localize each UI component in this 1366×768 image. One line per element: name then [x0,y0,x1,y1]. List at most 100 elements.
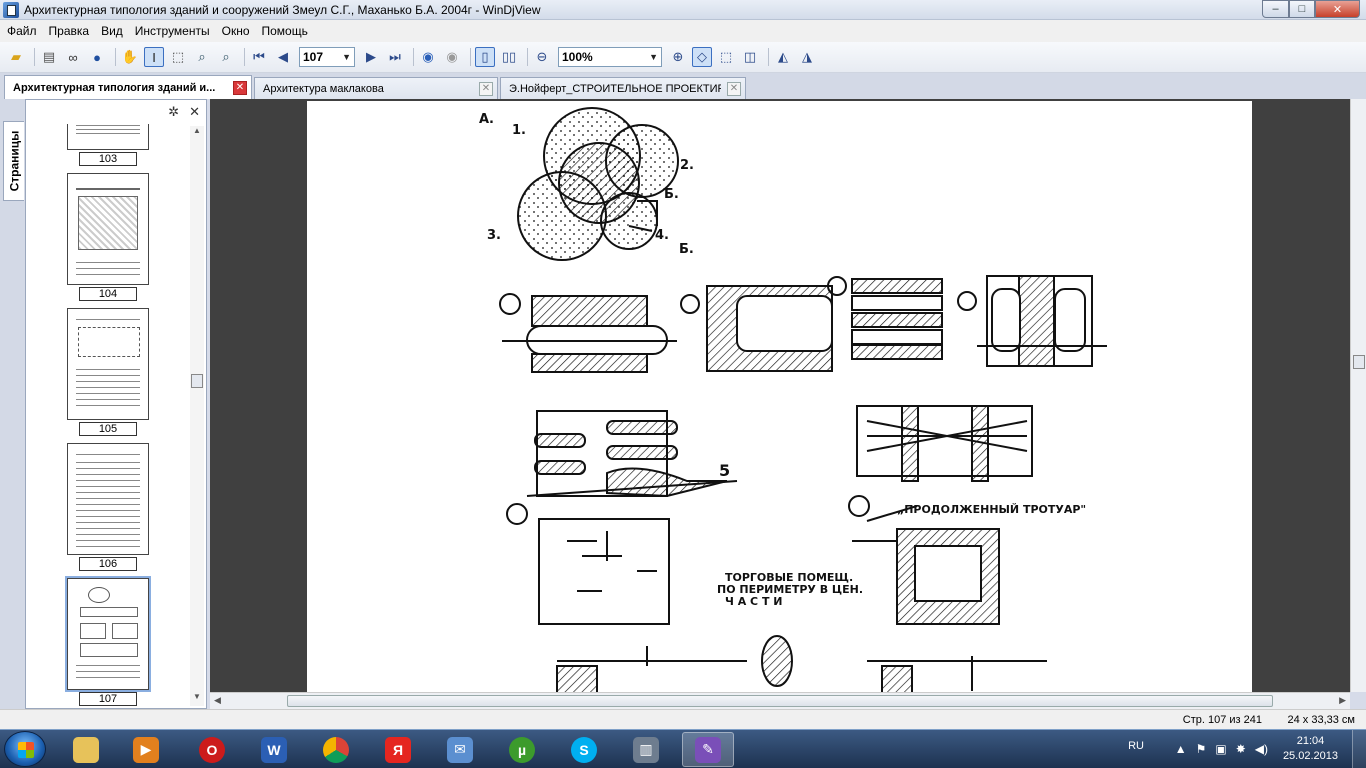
clock[interactable]: 21:04 25.02.2013 [1283,734,1338,764]
gear-icon[interactable]: ✲ [168,104,179,120]
separator [115,48,116,66]
chevron-down-icon: ▼ [342,52,351,62]
minimize-button[interactable]: ‒ [1262,0,1289,18]
scroll-up-icon[interactable]: ▲ [190,126,204,140]
close-icon[interactable]: ✕ [727,81,741,96]
label-1: 1. [512,123,526,138]
scroll-thumb[interactable] [1353,355,1365,369]
document-horizontal-scrollbar[interactable]: ◀ ▶ [210,692,1350,709]
flag-icon[interactable]: ⚑ [1196,742,1207,756]
vertical-tab-strip: Страницы [0,99,25,709]
menu-file[interactable]: Файл [2,24,44,38]
magnifier-icon[interactable]: ⌕ [216,47,236,67]
network-icon[interactable]: ✸ [1236,742,1246,756]
scroll-left-icon[interactable]: ◀ [214,695,221,706]
utorrent-icon: µ [509,736,535,763]
last-page-icon[interactable]: ⏭ [385,47,405,67]
tab-document-3[interactable]: Э.Нойферт_СТРОИТЕЛЬНОЕ ПРОЕКТИРО... ✕ [500,77,746,99]
thumbnail-page[interactable]: 106 [67,443,149,571]
thumbnail-page[interactable]: 103 [67,124,149,166]
two-page-icon[interactable]: ▯▯ [499,47,519,67]
device-icon[interactable]: ▣ [1215,742,1226,756]
menu-bar: Файл Правка Вид Инструменты Окно Помощь [0,20,1366,42]
mail-icon: ✉ [447,736,473,763]
taskbar-explorer[interactable] [60,732,112,767]
hand-tool-icon[interactable]: ✋ [120,47,140,67]
status-bar: Стр. 107 из 241 24 x 33,33 см [0,709,1366,729]
menu-view[interactable]: Вид [96,24,130,38]
rect-select-icon[interactable]: ⬚ [168,47,188,67]
first-page-icon[interactable]: ⏮ [249,47,269,67]
menu-tools[interactable]: Инструменты [130,24,217,38]
zoom-in-icon[interactable]: ⊕ [668,47,688,67]
taskbar-mail[interactable]: ✉ [434,732,486,767]
rotate-right-icon[interactable]: ◮ [797,47,817,67]
scroll-right-icon[interactable]: ▶ [1339,695,1346,706]
taskbar-chrome[interactable] [310,732,362,767]
rotate-left-icon[interactable]: ◭ [773,47,793,67]
language-indicator[interactable]: RU [1128,740,1144,752]
maximize-button[interactable]: □ [1289,0,1315,18]
sketch-drawing: А. 1. 2. 3. 4. Б. Б. 5 „ПРОДОЛЖЕННЫЙ ТРО… [479,107,1107,692]
clock-date: 25.02.2013 [1282,750,1338,762]
show-desktop-button[interactable] [1352,730,1366,768]
thumbnail-page[interactable]: 104 [67,173,149,301]
prev-page-icon[interactable]: ◀ [273,47,293,67]
back-icon[interactable]: ◉ [418,47,438,67]
fit-page-icon[interactable]: ◇ [692,47,712,67]
print-icon[interactable]: ▤ [39,47,59,67]
taskbar-windjview[interactable]: ✎ [682,732,734,767]
taskbar-skype[interactable]: S [558,732,610,767]
chevron-up-icon[interactable]: ▲ [1175,742,1187,756]
open-folder-icon[interactable]: ▰ [6,47,26,67]
menu-window[interactable]: Окно [217,24,257,38]
archive-icon: ▥ [633,736,659,763]
sidebar-scrollbar[interactable]: ▲ ▼ [190,126,204,706]
select-text-icon[interactable]: I [144,47,164,67]
tab-pages[interactable]: Страницы [3,121,24,201]
label-3: 3. [487,228,501,243]
thumbnail-page[interactable]: 105 [67,308,149,436]
document-view[interactable]: А. 1. 2. 3. 4. Б. Б. 5 „ПРОДОЛЖЕННЫЙ ТРО… [210,99,1350,692]
scroll-down-icon[interactable]: ▼ [190,692,204,706]
page-number-select[interactable]: 107 ▼ [299,47,355,67]
binoculars-icon[interactable]: ∞ [63,47,83,67]
zoom-rect-icon[interactable]: ⌕ [192,47,212,67]
menu-edit[interactable]: Правка [44,24,97,38]
tab-document-1[interactable]: Архитектурная типология зданий и... ✕ [4,75,252,99]
taskbar-utorrent[interactable]: µ [496,732,548,767]
chrome-icon [323,736,349,763]
zoom-select[interactable]: 100% ▼ [558,47,662,67]
taskbar-yandex[interactable]: Я [372,732,424,767]
separator [413,48,414,66]
next-page-icon[interactable]: ▶ [361,47,381,67]
single-page-icon[interactable]: ▯ [475,47,495,67]
thumbnail-image [67,173,149,285]
taskbar-media-player[interactable]: ▶ [120,732,172,767]
document-vertical-scrollbar[interactable] [1350,99,1366,692]
menu-help[interactable]: Помощь [257,24,315,38]
tab-label: Архитектура маклакова [263,82,384,95]
fit-width-icon[interactable]: ⬚ [716,47,736,67]
close-button[interactable]: ✕ [1315,0,1360,18]
chevron-down-icon: ▼ [649,52,658,62]
forward-icon[interactable]: ◉ [442,47,462,67]
taskbar-word[interactable]: W [248,732,300,767]
taskbar-archive[interactable]: ▥ [620,732,672,767]
thumbnail-image [67,124,149,150]
taskbar-opera[interactable]: O [186,732,238,767]
close-icon[interactable]: ✕ [189,104,200,120]
scroll-thumb[interactable] [191,374,203,388]
actual-size-icon[interactable]: ◫ [740,47,760,67]
close-icon[interactable]: ✕ [233,80,247,95]
thumbnail-number: 107 [79,692,137,706]
info-icon[interactable]: ● [87,47,107,67]
start-button[interactable] [4,731,46,767]
zoom-out-icon[interactable]: ⊖ [532,47,552,67]
separator [527,48,528,66]
close-icon[interactable]: ✕ [479,81,493,96]
scroll-thumb[interactable] [287,695,1273,707]
tab-document-2[interactable]: Архитектура маклакова ✕ [254,77,498,99]
thumbnail-page[interactable]: 107 [65,576,151,706]
volume-icon[interactable]: ◀) [1255,742,1268,756]
